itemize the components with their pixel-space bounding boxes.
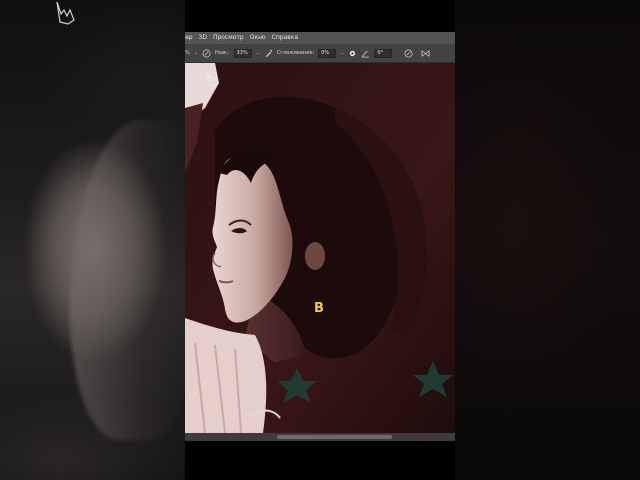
scrollbar-thumb[interactable] <box>277 435 392 439</box>
chevron-down-icon[interactable]: ⌄ <box>194 50 198 56</box>
chevron-down-icon[interactable]: ⌄ <box>340 50 344 56</box>
horizontal-scrollbar[interactable] <box>185 433 455 441</box>
blurred-face-silhouette <box>70 120 185 440</box>
pressure-field[interactable]: 33% <box>233 48 252 58</box>
video-top-strip <box>185 0 455 32</box>
menu-bar: ер 3D Просмотр Окно Справка <box>185 32 455 44</box>
document-canvas[interactable] <box>185 63 455 433</box>
pressure-size-icon[interactable] <box>404 49 413 58</box>
opacity-value-partial[interactable]: % <box>185 50 190 56</box>
blurred-background-left <box>0 0 185 480</box>
blurred-background-right <box>455 0 640 480</box>
menu-item-view[interactable]: Просмотр <box>213 32 244 44</box>
smoothing-field[interactable]: 0% <box>318 48 337 58</box>
painting-artwork <box>185 63 455 433</box>
chevron-down-icon[interactable]: ⌄ <box>256 50 260 56</box>
gear-icon[interactable] <box>348 49 357 58</box>
key-hint-label: B <box>314 301 324 316</box>
hand-cursor-icon <box>206 69 219 87</box>
angle-field[interactable]: 0° <box>374 48 393 58</box>
menu-item-filter[interactable]: ер <box>185 32 193 44</box>
options-bar: % ⌄ Наж.: 33% ⌄ Сглаживание: 0% ⌄ 0° <box>185 44 455 63</box>
butterfly-icon[interactable] <box>421 49 430 58</box>
angle-icon[interactable] <box>361 49 370 58</box>
pressure-label: Наж.: <box>214 50 230 56</box>
pressure-opacity-icon[interactable] <box>202 49 211 58</box>
photoshop-window: ер 3D Просмотр Окно Справка % ⌄ Наж.: 33… <box>185 0 455 480</box>
airbrush-icon[interactable] <box>264 49 273 58</box>
menu-item-window[interactable]: Окно <box>250 32 266 44</box>
smoothing-label: Сглаживание: <box>276 50 315 56</box>
menu-item-help[interactable]: Справка <box>272 32 298 44</box>
blurred-hand-cursor-icon <box>56 1 75 25</box>
menu-item-3d[interactable]: 3D <box>199 32 207 44</box>
